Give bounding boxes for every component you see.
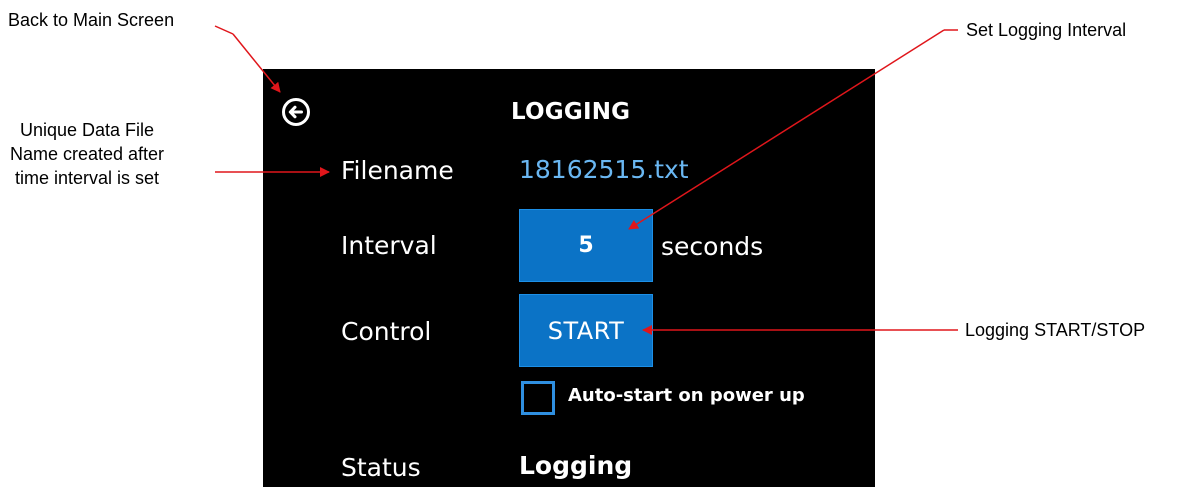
filename-value: 18162515.txt (519, 155, 689, 184)
status-value: Logging (519, 451, 633, 480)
autostart-label: Auto-start on power up (568, 385, 805, 406)
annotation-start-stop: Logging START/STOP (965, 320, 1146, 340)
page-title: LOGGING (511, 99, 631, 125)
annotation-filename-line3: time interval is set (14, 168, 160, 188)
autostart-checkbox[interactable] (521, 381, 555, 415)
interval-button[interactable]: 5 (519, 209, 653, 282)
control-label: Control (341, 317, 432, 346)
back-arrow-icon[interactable] (281, 97, 311, 127)
start-button[interactable]: START (519, 294, 653, 367)
annotation-filename: Unique Data File Name created after time… (0, 118, 207, 190)
interval-unit-label: seconds (661, 232, 764, 261)
annotation-filename-line2: Name created after (9, 144, 165, 164)
annotation-set-interval: Set Logging Interval (966, 20, 1127, 40)
filename-label: Filename (341, 156, 454, 185)
annotation-back-to-main: Back to Main Screen (8, 10, 175, 30)
logging-screen: LOGGING Filename 18162515.txt Interval 5… (263, 69, 875, 487)
status-label: Status (341, 453, 421, 482)
annotation-filename-line1: Unique Data File (19, 120, 155, 140)
interval-label: Interval (341, 231, 437, 260)
